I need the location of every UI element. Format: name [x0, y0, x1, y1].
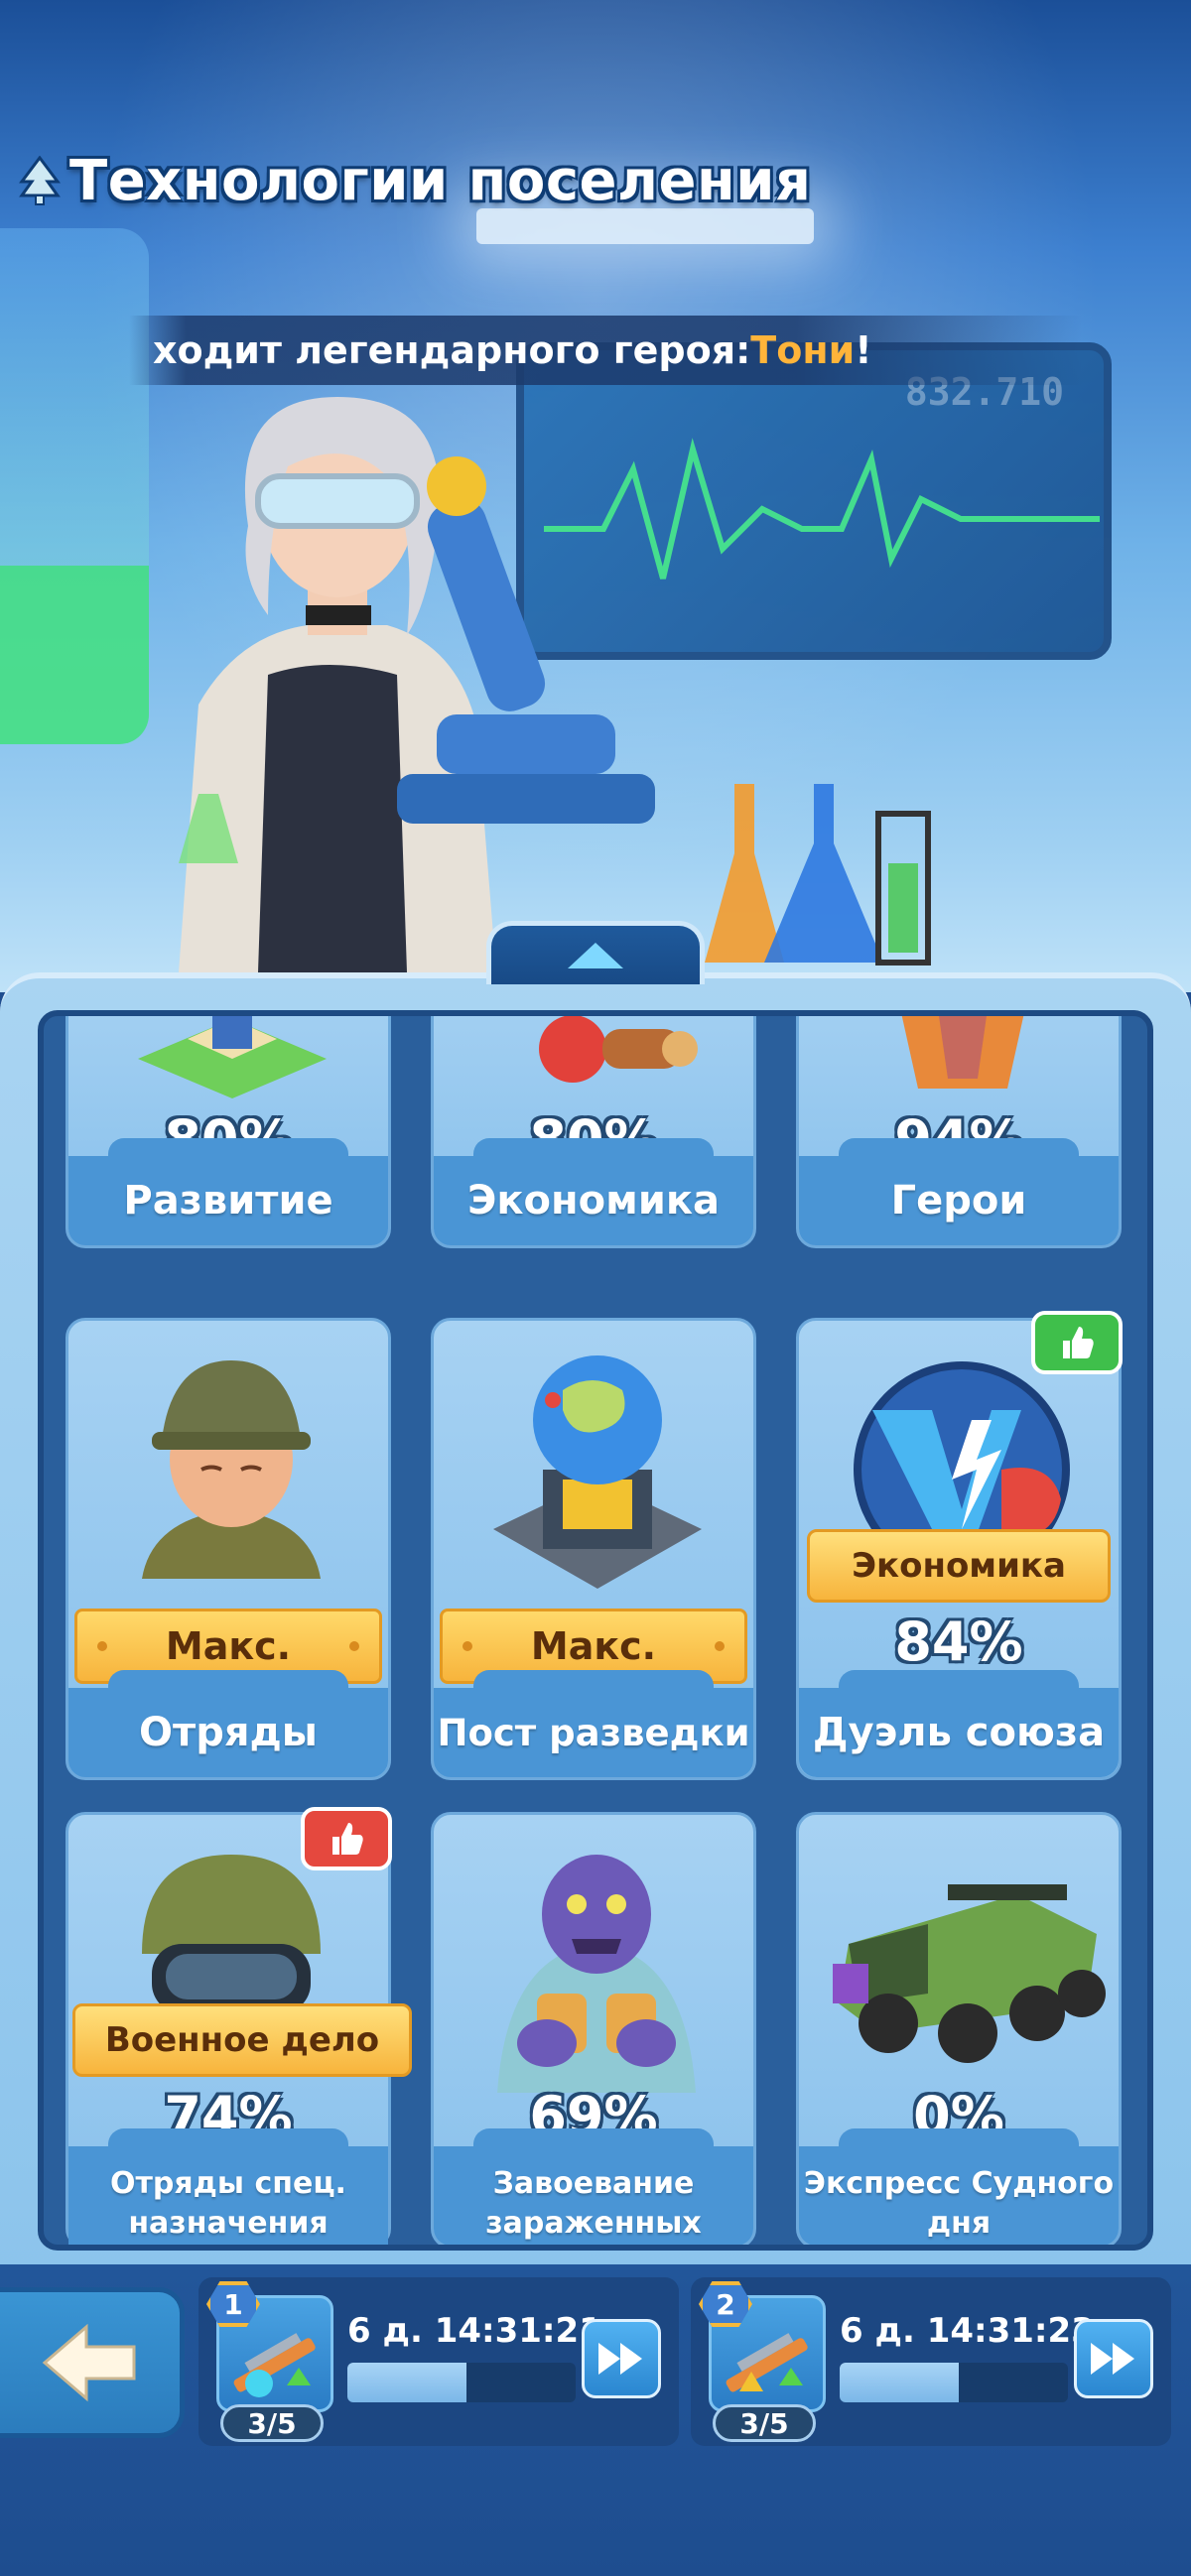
queue-timer: 6 д. 14:31:21	[347, 2311, 602, 2351]
globe-radar-icon	[493, 1355, 702, 1589]
zombie-icon	[497, 1855, 696, 2093]
recommended-badge	[1031, 1311, 1123, 1374]
page-header: Технологии поселения	[18, 141, 811, 220]
scientist-character-illustration	[179, 397, 655, 972]
queue-progress-fill	[840, 2363, 959, 2402]
tech-name: Экономика	[467, 1178, 720, 1224]
marquee-text: ходит легендарного героя:	[153, 328, 751, 372]
queue-count: 3/5	[713, 2404, 816, 2442]
tech-card-doomsday-express[interactable]: 0% Экспресс Судного дня	[796, 1812, 1122, 2245]
tech-card-infected-conquest[interactable]: 69% Завоевание зараженных	[431, 1812, 756, 2245]
tech-name-band: Завоевание зараженных	[434, 2128, 753, 2245]
tech-card-economy[interactable]: 80% Экономика	[431, 1016, 756, 1248]
tech-name: Дуэль союза	[812, 1710, 1106, 1755]
tech-name: Отряды спец. назначения	[110, 2166, 346, 2241]
thumbs-up-icon	[332, 1823, 363, 1855]
speed-up-button[interactable]	[1074, 2319, 1153, 2398]
tech-card-squads[interactable]: Макс. Отряды	[66, 1318, 391, 1780]
queue-slot-number: 2	[716, 2287, 735, 2321]
fast-forward-icon	[598, 2343, 642, 2375]
tech-card-special-forces[interactable]: Военное дело 74% Отряды спец. назначения	[66, 1807, 412, 2245]
max-level-label: Макс.	[530, 1624, 657, 1668]
tech-name: Развитие	[123, 1178, 333, 1224]
max-level-label: Макс.	[165, 1624, 292, 1668]
queue-progress-bar	[347, 2363, 576, 2402]
queue-count-label: 3/5	[739, 2406, 789, 2440]
tech-name-band: Пост разведки	[434, 1670, 753, 1777]
page-title: Технологии поселения	[69, 148, 812, 213]
tech-name-band: Экспресс Судного дня	[799, 2128, 1119, 2245]
queue-timer: 6 д. 14:31:23	[840, 2311, 1095, 2351]
tech-name: Отряды	[139, 1710, 318, 1755]
category-ribbon: Военное дело	[72, 2003, 412, 2077]
tech-name-band: Экономика	[434, 1138, 753, 1245]
marquee-suffix: !	[855, 328, 872, 372]
speed-up-button[interactable]	[582, 2319, 661, 2398]
queue-progress-fill	[347, 2363, 466, 2402]
marquee-hero-name: Тони	[750, 328, 856, 372]
lab-tube-liquid	[0, 566, 149, 744]
tech-name-band: Отряды спец. назначения	[68, 2128, 388, 2245]
building-icon	[138, 1016, 327, 1098]
tech-name-band: Дуэль союза	[799, 1670, 1119, 1777]
queue-count-label: 3/5	[247, 2406, 297, 2440]
back-button[interactable]	[0, 2287, 185, 2438]
category-ribbon-label: Военное дело	[104, 2020, 380, 2060]
hero-icon	[901, 1016, 1024, 1089]
research-queue-2[interactable]: 2 3/5 6 д. 14:31:23	[691, 2277, 1171, 2446]
category-ribbon: Экономика	[807, 1529, 1111, 1603]
beakers-illustration	[705, 784, 931, 966]
collapse-panel-button[interactable]	[486, 921, 705, 984]
recommended-badge	[301, 1807, 392, 1870]
thumbs-up-icon	[1063, 1327, 1094, 1358]
tech-name-band: Герои	[799, 1138, 1119, 1245]
tech-name-band: Отряды	[68, 1670, 388, 1777]
arrow-left-icon	[42, 2323, 135, 2402]
tech-name: Завоевание зараженных	[485, 2166, 702, 2241]
news-marquee: ходит легендарного героя: Тони!	[129, 316, 1082, 385]
research-queue-1[interactable]: 1 3/5 6 д. 14:31:21	[198, 2277, 679, 2446]
queue-slot-number: 1	[223, 2287, 243, 2321]
tech-name: Экспресс Судного дня	[803, 2166, 1115, 2241]
tech-card-heroes[interactable]: 94% Герои	[796, 1016, 1122, 1248]
queue-count: 3/5	[220, 2404, 324, 2442]
tech-card-scout-post[interactable]: Макс. Пост разведки	[431, 1318, 756, 1780]
armored-truck-icon	[833, 1884, 1106, 2063]
tech-name: Герои	[890, 1178, 1027, 1224]
tech-grid: 80% Развитие 80% Экономика 94% Герои	[38, 1010, 1153, 2251]
category-ribbon-label: Экономика	[852, 1546, 1066, 1586]
tech-percent: 84%	[894, 1610, 1023, 1673]
tech-name-band: Развитие	[68, 1138, 388, 1245]
queue-progress-bar	[840, 2363, 1068, 2402]
tech-card-alliance-duel[interactable]: Экономика 84% Дуэль союза	[796, 1311, 1123, 1780]
tech-name: Пост разведки	[437, 1711, 750, 1754]
tech-card-development[interactable]: 80% Развитие	[66, 1016, 391, 1248]
fast-forward-icon	[1091, 2343, 1134, 2375]
food-wood-icon	[539, 1016, 698, 1083]
soldier-icon	[142, 1360, 321, 1579]
chevron-up-icon	[568, 942, 623, 968]
tree-icon	[19, 156, 61, 205]
